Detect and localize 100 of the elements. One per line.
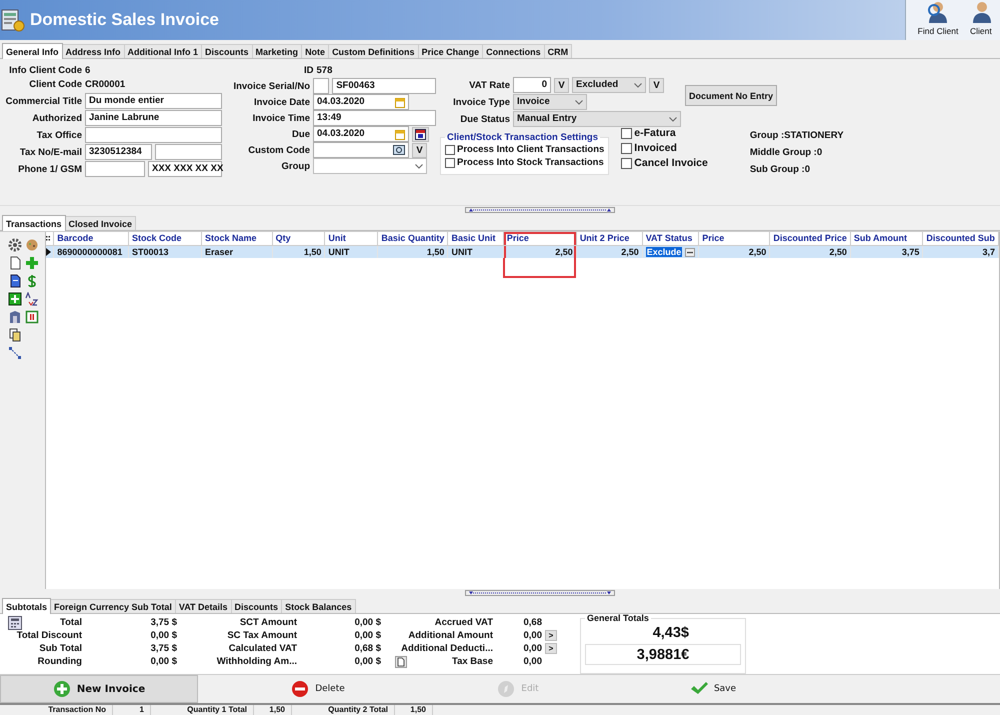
- dollar-icon[interactable]: [25, 274, 39, 288]
- sort-icon[interactable]: [25, 292, 39, 306]
- tab[interactable]: Note: [301, 44, 330, 58]
- dropdown[interactable]: Manual Entry: [513, 111, 681, 127]
- building-icon[interactable]: [8, 310, 22, 324]
- date-field[interactable]: 04.03.2020: [313, 126, 409, 142]
- checkbox[interactable]: Invoiced: [621, 141, 708, 155]
- input-field[interactable]: 3230512384: [85, 144, 152, 160]
- input-field[interactable]: 13:49: [313, 110, 436, 126]
- delete-button[interactable]: Delete: [198, 675, 438, 703]
- table-cell: 2,50: [621, 246, 639, 257]
- splitter-handle[interactable]: [465, 207, 615, 213]
- tab[interactable]: Custom Definitions: [328, 44, 419, 58]
- input-field[interactable]: [85, 161, 145, 177]
- add-document-icon[interactable]: [8, 292, 22, 306]
- date-field[interactable]: 04.03.2020: [313, 94, 409, 110]
- v-button[interactable]: V: [412, 142, 427, 158]
- toolbar-button[interactable]: Client: [970, 0, 1000, 40]
- search-field[interactable]: [313, 142, 409, 158]
- checkbox[interactable]: Process Into Client Transactions: [445, 143, 604, 156]
- tab[interactable]: Foreign Currency Sub Total: [50, 599, 176, 613]
- tab[interactable]: Address Info: [62, 44, 125, 58]
- tab[interactable]: Price Change: [418, 44, 484, 58]
- input-field[interactable]: Janine Labrune: [85, 110, 222, 126]
- input-field[interactable]: Du monde entier: [85, 93, 222, 109]
- calendar-icon: [395, 96, 405, 108]
- input-field[interactable]: XXX XXX XX XX: [148, 161, 222, 177]
- column-header[interactable]: Unit 2 Price: [576, 232, 642, 245]
- table-cell: ST00013: [132, 246, 168, 257]
- input-field[interactable]: [85, 127, 222, 143]
- tab[interactable]: Stock Balances: [281, 599, 356, 613]
- connector-icon[interactable]: [8, 346, 22, 360]
- tab[interactable]: Connections: [482, 44, 545, 58]
- save-button[interactable]: Save: [578, 675, 848, 703]
- tab[interactable]: VAT Details: [174, 599, 232, 613]
- v-button[interactable]: V: [649, 78, 664, 92]
- chevron-icon: [415, 164, 423, 168]
- column-header[interactable]: Sub Amount: [850, 232, 923, 245]
- tab[interactable]: Discounts: [230, 599, 282, 613]
- column-header[interactable]: Qty: [272, 232, 325, 245]
- document-icon[interactable]: [8, 256, 22, 270]
- tab[interactable]: Marketing: [252, 44, 302, 58]
- column-header[interactable]: Barcode: [54, 232, 128, 245]
- document-no-entry-button[interactable]: Document No Entry: [685, 85, 778, 106]
- grip-icon: [46, 235, 50, 242]
- search-icon: [393, 145, 405, 155]
- column-header[interactable]: Basic Unit: [448, 232, 504, 245]
- field-label: Phone 1/ GSM: [17, 164, 82, 174]
- expand-button[interactable]: >: [545, 643, 557, 654]
- toolbar-button[interactable]: Find Client: [906, 0, 970, 40]
- column-header[interactable]: VAT Status: [642, 232, 699, 245]
- gear-icon[interactable]: [8, 238, 22, 252]
- calculator-icon[interactable]: [8, 616, 22, 630]
- total-value: 0,00 $: [354, 617, 381, 628]
- calendar-button[interactable]: [412, 126, 429, 142]
- field-value: 578: [316, 65, 332, 78]
- group-info: Sub Group :0: [750, 164, 811, 175]
- tab[interactable]: CRM: [544, 44, 572, 58]
- input-field[interactable]: SF00463: [332, 78, 436, 94]
- column-header[interactable]: Stock Code: [128, 232, 202, 245]
- pause-icon[interactable]: [25, 310, 39, 324]
- table-row[interactable]: 8690000000081 ST00013 Eraser 1,50 UNIT 1,50 UNIT 2,50 2,50 Exclude 2,50 2,50 3,75 3,7: [46, 245, 998, 258]
- expand-button[interactable]: >: [545, 630, 557, 641]
- checkbox[interactable]: e-Fatura: [621, 126, 708, 140]
- column-header[interactable]: Discounted Price: [770, 232, 850, 245]
- dropdown[interactable]: Excluded: [572, 77, 646, 93]
- column-header[interactable]: Price: [698, 232, 770, 245]
- ellipsis-icon[interactable]: [685, 248, 696, 257]
- total-label: Additional Amount: [407, 630, 493, 641]
- document-icon[interactable]: [395, 656, 407, 668]
- splitter-handle[interactable]: [465, 590, 615, 596]
- checkbox[interactable]: Process Into Stock Transactions: [445, 156, 604, 169]
- column-header[interactable]: Stock Name: [202, 232, 272, 245]
- status-label: Quantity 1 Total: [151, 705, 254, 715]
- new-button[interactable]: New Invoice: [0, 675, 198, 703]
- table-cell: 2,50: [829, 246, 847, 257]
- field-label: Tax No/E-mail: [18, 146, 82, 158]
- field-label: Invoice Date: [253, 96, 310, 108]
- total-label: Calculated VAT: [228, 643, 297, 654]
- tab[interactable]: Discounts: [201, 44, 253, 58]
- column-header[interactable]: Price: [503, 232, 576, 245]
- tab[interactable]: Closed Invoice: [64, 216, 136, 230]
- copy-document-icon[interactable]: [8, 328, 22, 342]
- column-header[interactable]: Unit: [324, 232, 378, 245]
- checkbox[interactable]: Cancel Invoice: [621, 156, 708, 170]
- input-field[interactable]: [313, 78, 330, 94]
- input-field[interactable]: 0: [513, 77, 551, 93]
- v-button[interactable]: V: [554, 78, 569, 92]
- tab[interactable]: Subtotals: [2, 598, 52, 614]
- status-value[interactable]: Exclude: [646, 246, 682, 257]
- input-field[interactable]: [155, 144, 222, 160]
- document-icon[interactable]: [8, 274, 22, 288]
- tab[interactable]: Additional Info 1: [124, 44, 202, 58]
- tab[interactable]: Transactions: [2, 215, 66, 231]
- table-cell: UNIT: [328, 246, 350, 257]
- column-header[interactable]: Discounted Sub: [922, 232, 998, 245]
- table-cell: 2,50: [748, 246, 766, 257]
- column-header[interactable]: Basic Quantity: [378, 232, 448, 245]
- dropdown[interactable]: Invoice: [513, 94, 587, 110]
- tab[interactable]: General Info: [2, 43, 63, 59]
